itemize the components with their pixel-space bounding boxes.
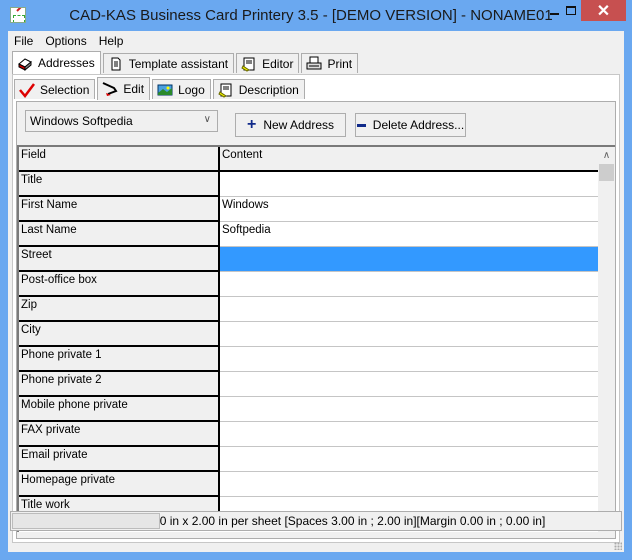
plus-icon: + <box>246 116 257 133</box>
table-row: FAX private <box>19 422 615 447</box>
field-label: Phone private 1 <box>19 347 220 372</box>
field-label: FAX private <box>19 422 220 447</box>
field-label: Homepage private <box>19 472 220 497</box>
table-row: Title <box>19 172 615 197</box>
content-cell[interactable] <box>220 422 599 447</box>
new-address-label: New Address <box>263 118 335 132</box>
maximize-icon <box>566 6 576 15</box>
close-button[interactable]: ✕ <box>581 0 626 21</box>
tab-label: Editor <box>262 56 294 71</box>
document-icon <box>108 56 124 72</box>
tab-description[interactable]: Description <box>212 79 305 99</box>
content-cell[interactable] <box>220 272 599 297</box>
tab-selection[interactable]: Selection <box>14 79 96 99</box>
addresses-page: Selection Edit Logo Description Windows … <box>12 74 620 543</box>
table-row: Last Name Softpedia <box>19 222 615 247</box>
app-window: CAD-KAS Business Card Printery 3.5 - [DE… <box>0 0 632 560</box>
content-cell[interactable] <box>220 472 599 497</box>
content-cell[interactable] <box>220 347 599 372</box>
table-row: Homepage private <box>19 472 615 497</box>
content-cell[interactable] <box>220 397 599 422</box>
grid-header-row: Field Content <box>19 147 615 172</box>
menu-help[interactable]: Help <box>93 34 130 48</box>
tab-label: Selection <box>40 82 90 97</box>
table-row: City <box>19 322 615 347</box>
resize-grip[interactable] <box>614 542 622 550</box>
tab-label: Description <box>238 82 299 97</box>
field-label: First Name <box>19 197 220 222</box>
status-progress-panel <box>12 513 160 529</box>
table-row: Phone private 1 <box>19 347 615 372</box>
content-cell[interactable] <box>220 172 599 197</box>
status-text: ards at 3.00 in x 2.00 in per sheet [Spa… <box>103 514 546 528</box>
table-row: Post-office box <box>19 272 615 297</box>
tab-label: Addresses <box>38 56 95 70</box>
field-label: Post-office box <box>19 272 220 297</box>
scroll-thumb[interactable] <box>599 164 614 181</box>
printer-stack-icon <box>17 55 33 72</box>
tab-label: Print <box>327 56 353 71</box>
field-label: Zip <box>19 297 220 322</box>
tab-label: Template assistant <box>128 56 229 71</box>
tab-print[interactable]: Print <box>301 53 359 73</box>
window-title: CAD-KAS Business Card Printery 3.5 - [DE… <box>69 7 553 24</box>
checkmark-icon <box>19 82 35 98</box>
tab-label: Edit <box>123 82 145 96</box>
description-icon <box>218 82 234 98</box>
table-row: Street <box>19 247 615 272</box>
table-row: Email private <box>19 447 615 472</box>
menu-options[interactable]: Options <box>39 34 92 48</box>
image-icon <box>157 82 173 98</box>
content-cell[interactable] <box>220 322 599 347</box>
address-select[interactable]: Windows Softpedia ∨ <box>25 110 218 132</box>
field-label: Last Name <box>19 222 220 247</box>
header-content[interactable]: Content <box>220 147 599 172</box>
delete-address-label: Delete Address... <box>372 118 465 132</box>
client-area: File Options Help Addresses Template ass… <box>8 31 624 552</box>
field-label: City <box>19 322 220 347</box>
table-row: Phone private 2 <box>19 372 615 397</box>
delete-address-button[interactable]: Delete Address... <box>355 113 466 137</box>
edit-pen-icon <box>102 81 118 97</box>
vertical-scrollbar[interactable]: ∧ ∨ <box>598 147 615 532</box>
table-row: Zip <box>19 297 615 322</box>
field-label: Mobile phone private <box>19 397 220 422</box>
content-cell[interactable]: Softpedia <box>220 222 599 247</box>
table-row: Mobile phone private <box>19 397 615 422</box>
field-label: Title <box>19 172 220 197</box>
table-row: First Name Windows <box>19 197 615 222</box>
scroll-up-icon[interactable]: ∧ <box>598 147 615 164</box>
address-grid: Field Content Title First Name Windows Last… <box>17 145 615 532</box>
tab-addresses[interactable]: Addresses <box>12 51 101 74</box>
content-cell[interactable] <box>220 247 599 272</box>
content-cell[interactable] <box>220 372 599 397</box>
edit-page: Windows Softpedia ∨ + New Address Delete… <box>16 101 616 539</box>
address-select-value: Windows Softpedia <box>30 114 133 128</box>
menu-bar: File Options Help <box>8 31 129 51</box>
tab-editor[interactable]: Editor <box>236 53 300 73</box>
new-address-button[interactable]: + New Address <box>235 113 346 137</box>
minus-icon <box>356 123 366 127</box>
status-bar: ards at 3.00 in x 2.00 in per sheet [Spa… <box>10 511 622 531</box>
header-field[interactable]: Field <box>19 147 220 172</box>
chevron-down-icon: ∨ <box>203 114 211 125</box>
field-label: Phone private 2 <box>19 372 220 397</box>
menu-file[interactable]: File <box>8 34 39 48</box>
tab-edit[interactable]: Edit <box>97 77 151 100</box>
printer-icon <box>306 56 322 72</box>
field-label: Email private <box>19 447 220 472</box>
editor-pencil-icon <box>241 56 257 72</box>
tab-logo[interactable]: Logo <box>152 79 211 99</box>
field-label: Street <box>19 247 220 272</box>
tab-template-assistant[interactable]: Template assistant <box>102 53 235 73</box>
content-cell[interactable]: Windows <box>220 197 599 222</box>
content-cell[interactable] <box>220 297 599 322</box>
tab-label: Logo <box>178 82 205 97</box>
content-cell[interactable] <box>220 447 599 472</box>
close-icon: ✕ <box>596 2 611 20</box>
grid-body: Title First Name Windows Last Name Softpedia… <box>19 172 615 522</box>
title-bar: CAD-KAS Business Card Printery 3.5 - [DE… <box>0 0 632 31</box>
main-tab-bar: Addresses Template assistant Editor Prin… <box>12 51 360 74</box>
sub-tab-bar: Selection Edit Logo Description <box>14 77 307 100</box>
